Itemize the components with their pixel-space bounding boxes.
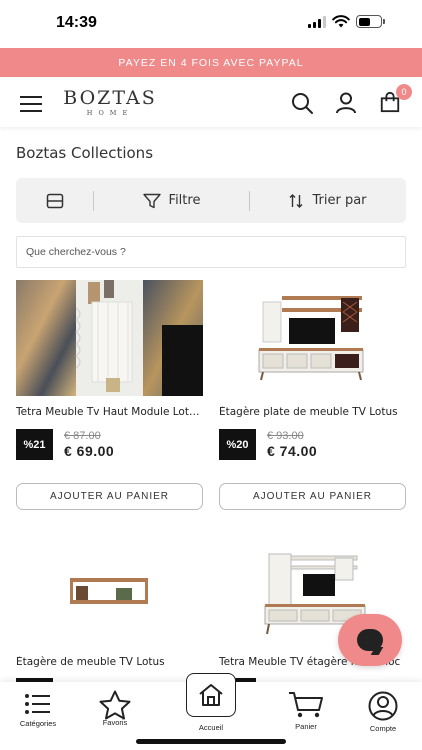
old-price: € 87.00 xyxy=(64,430,101,442)
product-title[interactable]: Étagère de meuble TV Lotus xyxy=(16,656,203,668)
product-image[interactable] xyxy=(16,280,203,396)
nav-item-favorites[interactable]: Favoris xyxy=(80,690,150,727)
product-image[interactable] xyxy=(219,280,406,396)
menu-icon[interactable] xyxy=(20,96,42,112)
product-card[interactable]: Étagère plate de meuble TV Lotus %20 € 9… xyxy=(219,280,406,512)
discount-badge: %20 xyxy=(219,429,256,460)
product-card[interactable]: Tetra Meuble Tv Haut Module Lotus Blanc … xyxy=(16,280,203,512)
signal-icon xyxy=(308,15,326,28)
filter-button[interactable]: Filtre xyxy=(94,178,249,223)
home-icon xyxy=(199,684,223,706)
filter-icon xyxy=(142,193,161,208)
logo-text: BOZTAS xyxy=(63,87,157,109)
user-icon[interactable] xyxy=(334,91,358,115)
star-icon xyxy=(99,690,131,720)
status-bar: 14:39 xyxy=(0,0,422,46)
nav-label: Panier xyxy=(295,722,317,731)
nav-item-cart[interactable]: Panier xyxy=(271,691,341,731)
search-input[interactable] xyxy=(16,236,406,268)
sort-label: Trier par xyxy=(312,193,367,208)
logo-subtext: HOME xyxy=(86,109,134,117)
promo-banner[interactable]: PAYEZ EN 4 FOIS AVEC PAYPAL xyxy=(0,48,422,77)
chat-icon xyxy=(357,629,383,651)
filter-toolbar: Filtre Trier par xyxy=(16,178,406,223)
status-time: 14:39 xyxy=(56,14,97,31)
sort-button[interactable]: Trier par xyxy=(250,178,405,223)
cart-icon xyxy=(289,692,323,718)
layout-toggle-button[interactable] xyxy=(16,178,93,223)
nav-label: Accueil xyxy=(198,723,224,732)
search-icon[interactable] xyxy=(290,91,314,115)
nav-label: Catégories xyxy=(19,719,57,728)
product-title[interactable]: Étagère plate de meuble TV Lotus xyxy=(219,406,406,418)
home-indicator xyxy=(136,739,286,744)
nav-item-categories[interactable]: Catégories xyxy=(3,692,73,728)
product-card[interactable]: Étagère de meuble TV Lotus xyxy=(16,540,203,682)
nav-label: Favoris xyxy=(102,718,128,727)
nav-label: Compte xyxy=(369,724,397,733)
account-icon xyxy=(368,691,398,721)
nav-item-home[interactable] xyxy=(186,673,236,717)
product-image[interactable] xyxy=(16,540,203,656)
add-to-cart-button[interactable]: AJOUTER AU PANIER xyxy=(219,483,406,510)
product-title[interactable]: Tetra Meuble Tv Haut Module Lotus Blanc xyxy=(16,406,203,418)
old-price: € 93.00 xyxy=(267,430,304,442)
discount-badge: %21 xyxy=(16,429,53,460)
cart-count-badge: 0 xyxy=(396,84,412,100)
filter-label: Filtre xyxy=(168,193,201,208)
brand-logo[interactable]: BOZTAS HOME xyxy=(60,88,160,117)
price: € 69.00 xyxy=(64,443,115,459)
list-icon xyxy=(25,694,50,714)
page-title: Boztas Collections xyxy=(16,144,154,162)
wifi-icon xyxy=(332,15,350,28)
battery-icon xyxy=(356,15,385,28)
layout-toggle-icon xyxy=(46,193,63,208)
sort-icon xyxy=(289,193,303,208)
price: € 74.00 xyxy=(267,443,318,459)
chat-button[interactable] xyxy=(338,614,402,666)
app-header: BOZTAS HOME 0 xyxy=(0,77,422,127)
add-to-cart-button[interactable]: AJOUTER AU PANIER xyxy=(16,483,203,510)
nav-item-account[interactable]: Compte xyxy=(348,691,418,733)
shopping-bag-button[interactable]: 0 xyxy=(379,84,412,115)
status-icons xyxy=(308,15,385,28)
